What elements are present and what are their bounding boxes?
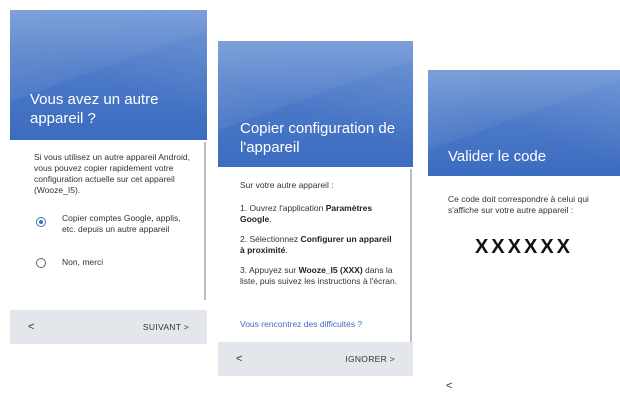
step1-prefix: 1. Ouvrez l'application bbox=[240, 203, 326, 213]
screen2-footer: < IGNORER > bbox=[218, 342, 413, 376]
screen-copy-config: Copier configuration de l'appareil Sur v… bbox=[218, 41, 413, 376]
screen-other-device: Vous avez un autre appareil ? Si vous ut… bbox=[10, 10, 207, 344]
option-copy-accounts[interactable]: Copier comptes Google, applis, etc. depu… bbox=[30, 212, 200, 242]
verification-code: XXXXXX bbox=[474, 236, 574, 258]
screen1-footer: < SUIVANT > bbox=[10, 310, 207, 344]
screen1-description: Si vous utilisez un autre appareil Andro… bbox=[34, 152, 190, 195]
screen-validate-code: Valider le code Ce code doit correspondr… bbox=[428, 70, 620, 397]
option-no-thanks[interactable]: Non, merci bbox=[30, 256, 200, 272]
screen2-intro: Sur votre autre appareil : bbox=[240, 180, 334, 190]
back-button[interactable]: < bbox=[236, 353, 242, 365]
screen3-header: Valider le code bbox=[428, 70, 620, 176]
back-button[interactable]: < bbox=[28, 321, 34, 333]
screen1-header: Vous avez un autre appareil ? bbox=[10, 10, 207, 140]
screen2-title: Copier configuration de l'appareil bbox=[240, 120, 396, 156]
screen2-step3: 3. Appuyez sur Wooze_I5 (XXX) dans la li… bbox=[240, 265, 398, 287]
step2-suffix: . bbox=[285, 245, 288, 255]
step3-bold: Wooze_I5 (XXX) bbox=[298, 265, 363, 275]
step3-prefix: 3. Appuyez sur bbox=[240, 265, 299, 275]
screen3-description: Ce code doit correspondre à celui qui s'… bbox=[448, 194, 589, 215]
step2-prefix: 2. Sélectionnez bbox=[240, 234, 301, 244]
screen3-title: Valider le code bbox=[448, 148, 547, 165]
skip-button[interactable]: IGNORER > bbox=[345, 354, 395, 364]
radio-unselected-icon[interactable] bbox=[36, 258, 46, 268]
back-button[interactable]: < bbox=[446, 380, 452, 392]
option-no-thanks-label: Non, merci bbox=[62, 257, 104, 267]
screen2-scrollbar[interactable] bbox=[410, 169, 412, 347]
step1-suffix: . bbox=[269, 214, 272, 224]
screen2-step2: 2. Sélectionnez Configurer un appareil à… bbox=[240, 234, 398, 256]
radio-selected-icon[interactable] bbox=[36, 217, 46, 227]
next-button[interactable]: SUIVANT > bbox=[143, 322, 189, 332]
screen1-title: Vous avez un autre appareil ? bbox=[30, 91, 159, 127]
option-copy-accounts-label: Copier comptes Google, applis, etc. depu… bbox=[62, 213, 181, 234]
help-link[interactable]: Vous rencontrez des difficultés ? bbox=[240, 319, 400, 330]
screen2-step1: 1. Ouvrez l'application Paramètres Googl… bbox=[240, 203, 398, 225]
screen2-header: Copier configuration de l'appareil bbox=[218, 41, 413, 167]
screen1-scrollbar[interactable] bbox=[204, 142, 206, 300]
